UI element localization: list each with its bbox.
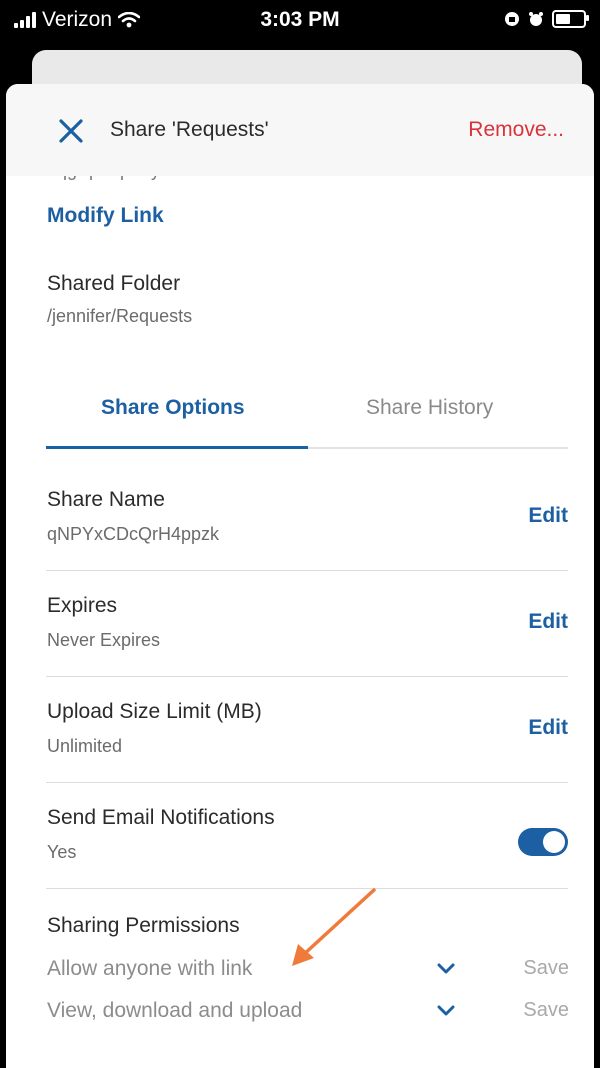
chevron-down-icon[interactable] bbox=[437, 1005, 455, 1017]
save-permission-level-button[interactable]: Save bbox=[523, 999, 569, 1022]
status-icons bbox=[504, 10, 589, 28]
share-name-value: qNPYxCDcQrH4ppzk bbox=[47, 524, 220, 544]
tab-bar: Share Options Share History bbox=[46, 384, 568, 449]
permission-level-row[interactable]: View, download and upload Save bbox=[47, 999, 569, 1029]
upload-limit-label: Upload Size Limit (MB) bbox=[47, 700, 262, 723]
sheet-title: Share 'Requests' bbox=[110, 118, 269, 141]
share-name-label: Share Name bbox=[47, 488, 165, 511]
tab-share-history[interactable]: Share History bbox=[366, 396, 493, 420]
edit-upload-limit-button[interactable]: Edit bbox=[528, 716, 568, 740]
remove-button[interactable]: Remove... bbox=[468, 118, 564, 142]
modify-link-button[interactable]: Modify Link bbox=[47, 204, 164, 228]
edit-share-name-button[interactable]: Edit bbox=[528, 504, 568, 528]
email-notifications-row: Send Email Notifications Yes bbox=[46, 782, 568, 889]
active-tab-indicator bbox=[46, 446, 308, 449]
sharing-permissions-title: Sharing Permissions bbox=[47, 914, 240, 937]
battery-icon bbox=[552, 10, 589, 28]
save-link-access-button[interactable]: Save bbox=[523, 957, 569, 980]
shared-folder-path: /jennifer/Requests bbox=[47, 306, 193, 326]
status-bar: Verizon 3:03 PM bbox=[0, 0, 600, 46]
expires-row: Expires Never Expires Edit bbox=[46, 570, 568, 677]
shared-folder-label: Shared Folder bbox=[47, 272, 181, 295]
email-notifications-value: Yes bbox=[47, 842, 77, 862]
permission-link-access-value[interactable]: Allow anyone with link bbox=[47, 957, 252, 981]
sheet-header: Share 'Requests' Remove... bbox=[6, 84, 594, 176]
expires-value: Never Expires bbox=[47, 630, 161, 650]
chevron-down-icon[interactable] bbox=[437, 963, 455, 975]
alarm-icon bbox=[529, 12, 543, 26]
upload-limit-value: Unlimited bbox=[47, 736, 123, 756]
tab-share-options[interactable]: Share Options bbox=[101, 396, 245, 420]
annotation-arrow-icon bbox=[292, 888, 376, 966]
toggle-knob bbox=[543, 831, 565, 853]
expires-label: Expires bbox=[47, 594, 118, 617]
email-notifications-label: Send Email Notifications bbox=[47, 806, 275, 829]
email-notifications-toggle[interactable] bbox=[518, 828, 568, 856]
share-name-row: Share Name qNPYxCDcQrH4ppzk Edit bbox=[46, 464, 568, 571]
close-icon[interactable] bbox=[56, 116, 86, 146]
upload-limit-row: Upload Size Limit (MB) Unlimited Edit bbox=[46, 676, 568, 783]
edit-expires-button[interactable]: Edit bbox=[528, 610, 568, 634]
share-sheet: Share 'Requests' Remove... bqgrqm-qmrry.… bbox=[6, 84, 594, 1068]
permission-level-value[interactable]: View, download and upload bbox=[47, 999, 302, 1023]
orientation-lock-icon bbox=[505, 12, 519, 26]
